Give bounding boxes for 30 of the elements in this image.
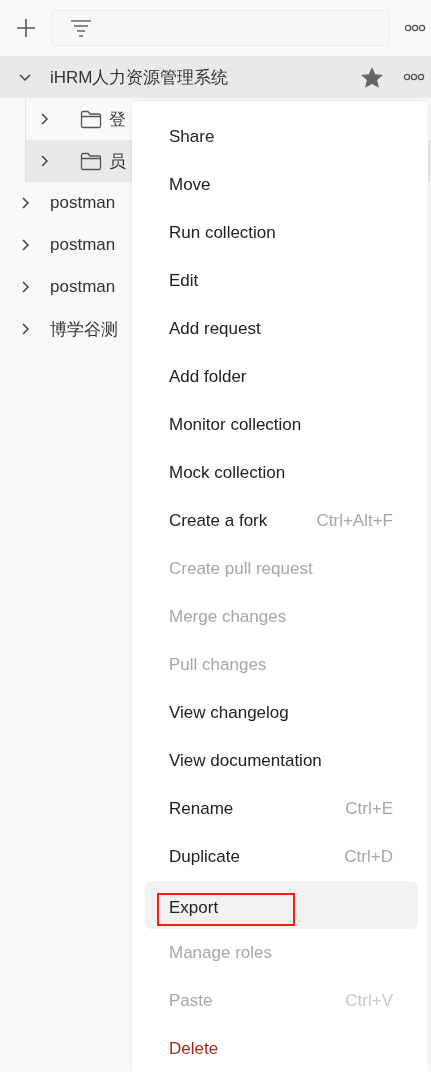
- menu-item-label: Add folder: [169, 366, 247, 388]
- folder-name: 员: [109, 150, 126, 173]
- folder-name: 登: [109, 108, 126, 131]
- menu-item-label: Move: [169, 174, 211, 196]
- menu-item-label: Pull changes: [169, 654, 267, 676]
- collection-name: 博学谷测: [50, 318, 118, 341]
- menu-item-label: View changelog: [169, 702, 289, 724]
- collection-name: postman: [50, 235, 116, 255]
- menu-item-label: Share: [169, 126, 215, 148]
- menu-item-label: Add request: [169, 318, 261, 340]
- menu-item-label: Manage roles: [169, 942, 272, 964]
- menu-item-label: Mock collection: [169, 462, 286, 484]
- menu-item-label: Run collection: [169, 222, 276, 244]
- menu-item-label: Delete: [169, 1038, 219, 1060]
- shortcut-text: Ctrl+D: [344, 847, 393, 867]
- menu-item-label: Merge changes: [169, 606, 287, 628]
- menu-item-label: Export: [159, 894, 294, 924]
- menu-item-label: Rename: [169, 798, 234, 820]
- shortcut-text: Ctrl+E: [345, 799, 393, 819]
- menu-item-label: View documentation: [169, 750, 322, 772]
- menu-item-label: Paste: [169, 990, 213, 1012]
- menu-item-label: Monitor collection: [169, 414, 302, 436]
- menu-item-label: Edit: [169, 270, 199, 292]
- menu-item-label: Create pull request: [169, 558, 313, 580]
- shortcut-text: Ctrl+Alt+F: [316, 511, 393, 531]
- menu-item-label: Create a fork: [169, 510, 268, 532]
- menu-item-label: Duplicate: [169, 846, 240, 868]
- collection-name: postman: [50, 277, 116, 297]
- collection-name: postman: [50, 193, 116, 213]
- collection-name: iHRM人力资源管理系统: [50, 66, 229, 89]
